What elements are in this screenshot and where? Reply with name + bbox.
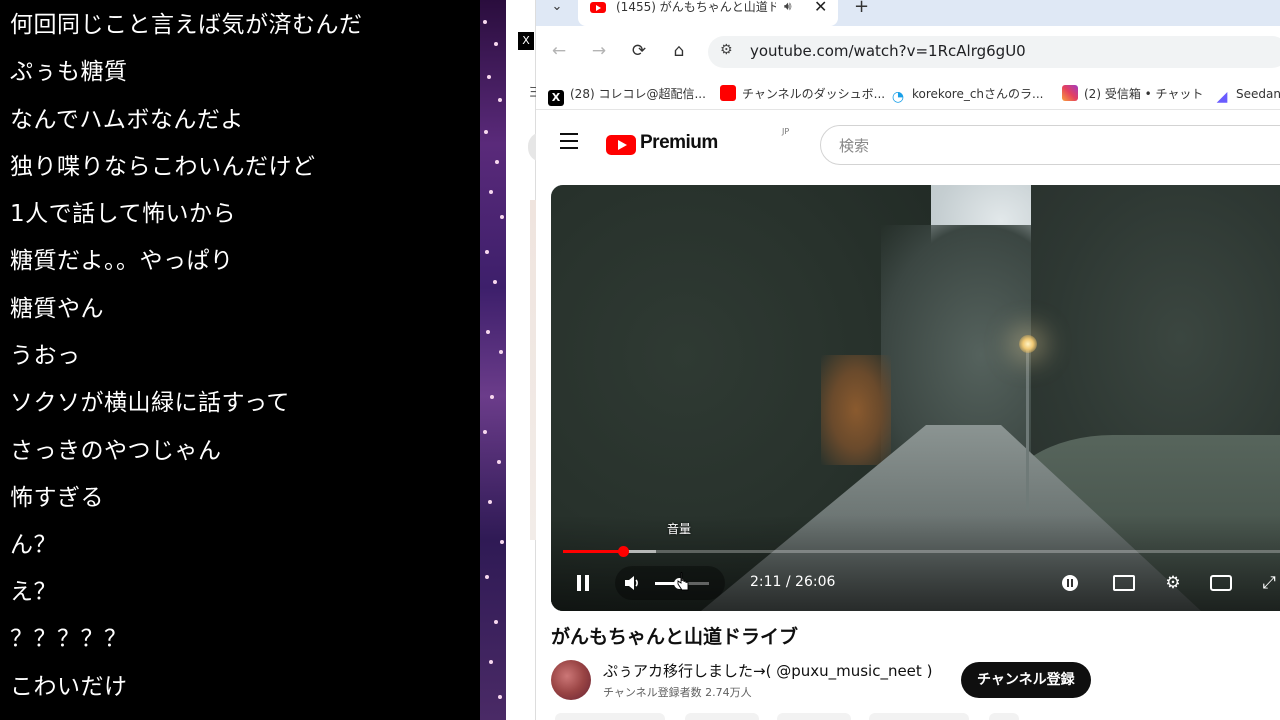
seedance-icon: ◢ — [1214, 89, 1230, 105]
video-player[interactable]: 音量 2:11 / 26:06 ⚙ ⤢ — [551, 185, 1280, 611]
bookmark-label: (2) 受信箱 • チャット — [1084, 87, 1204, 101]
bookmark-item[interactable]: チャンネルのダッシュボ... — [720, 84, 885, 104]
youtube-icon — [720, 85, 736, 101]
player-controls: 2:11 / 26:06 ⚙ ⤢ — [551, 565, 1280, 601]
comment-item: ？？？？？ — [10, 626, 128, 652]
browser-area: X ヨ ⌄ (1455) がんもちゃんと山道ドラ 🔊︎ ✕ + ← → ⟳ ⌂ … — [506, 0, 1280, 720]
bookmarks-bar: X (28) コレコレ@超配信... チャンネルのダッシュボ... ◔ koreko… — [536, 80, 1280, 110]
logo-region: JP — [782, 127, 790, 136]
bookmark-label: korekore_chさんのラ... — [912, 87, 1044, 101]
miniplayer-button[interactable] — [1207, 569, 1235, 597]
bookmark-label: (28) コレコレ@超配信... — [570, 87, 706, 101]
comment-item: え？ — [10, 579, 57, 605]
comment-item: ソクソが横山緑に話すって — [10, 390, 290, 416]
site-info-icon[interactable]: ⚙ — [720, 42, 733, 58]
bookmark-label: Seedan — [1236, 87, 1280, 101]
comment-item: 糖質やん — [10, 296, 104, 322]
video-street-lamp — [1019, 335, 1037, 353]
comment-item: 1人で話して怖いから — [10, 201, 236, 227]
fullscreen-icon[interactable]: ⤢ — [1255, 569, 1280, 597]
youtube-logo-icon — [606, 135, 636, 155]
action-chips — [551, 713, 1280, 720]
volume-icon[interactable] — [618, 569, 646, 597]
bookmark-item[interactable]: X (28) コレコレ@超配信... — [548, 84, 706, 106]
home-button[interactable]: ⌂ — [668, 40, 690, 62]
comment-panel: 何回同じこと言えば気が済むんだ ぷぅも糖質 なんでハムボなんだよ 独り喋りならこ… — [0, 0, 480, 720]
comment-item: うおっ — [10, 343, 81, 369]
sakura-background — [480, 0, 506, 720]
progress-played — [563, 550, 624, 553]
time-display: 2:11 / 26:06 — [750, 574, 836, 590]
volume-tooltip: 音量 — [667, 522, 692, 536]
menu-icon[interactable] — [560, 133, 580, 151]
background-window-edge: X ヨ — [506, 0, 542, 720]
bookmark-item[interactable]: ◔ korekore_chさんのラ... — [890, 84, 1044, 105]
progress-bar[interactable] — [563, 546, 1280, 557]
close-tab-button[interactable]: ✕ — [814, 0, 827, 16]
url-text[interactable]: youtube.com/watch?v=1RcAlrg6gU0 — [750, 42, 1026, 60]
video-title: がんもちゃんと山道ドライブ — [551, 626, 799, 648]
forward-button[interactable]: → — [588, 40, 610, 62]
address-bar[interactable]: ⚙ youtube.com/watch?v=1RcAlrg6gU0 — [708, 36, 1280, 68]
youtube-header: Premium JP 検索 — [536, 111, 1280, 177]
tab-active[interactable]: (1455) がんもちゃんと山道ドラ 🔊︎ ✕ — [578, 0, 838, 26]
search-input[interactable]: 検索 — [820, 125, 1280, 165]
instagram-icon — [1062, 85, 1078, 101]
bookmark-item[interactable]: (2) 受信箱 • チャット — [1062, 84, 1203, 104]
bookmark-item[interactable]: ◢ Seedan — [1214, 84, 1280, 105]
action-chip[interactable] — [555, 713, 665, 720]
bookmark-label: チャンネルのダッシュボ... — [742, 87, 886, 101]
autoplay-toggle[interactable] — [1056, 569, 1084, 597]
new-tab-button[interactable]: + — [854, 0, 869, 17]
comment-item: ん？ — [10, 532, 57, 558]
comment-item: 怖すぎる — [10, 485, 104, 511]
action-chip[interactable] — [685, 713, 759, 720]
twitch-icon: ◔ — [890, 89, 906, 105]
comment-item: ぷぅも糖質 — [10, 59, 128, 85]
comment-item: 糖質だよ。。やっぱり — [10, 248, 234, 274]
video-lamp-pole — [1026, 350, 1029, 510]
subscriber-count: チャンネル登録者数 2.74万人 — [603, 686, 752, 699]
comment-item: 独り喋りならこわいんだけど — [10, 154, 316, 180]
reload-button[interactable]: ⟳ — [628, 40, 650, 62]
tab-title: (1455) がんもちゃんと山道ドラ — [616, 0, 776, 14]
browser-toolbar: ← → ⟳ ⌂ ⚙ youtube.com/watch?v=1RcAlrg6gU… — [536, 26, 1280, 80]
action-chip[interactable] — [777, 713, 851, 720]
action-chip[interactable] — [989, 713, 1019, 720]
comment-item: さっきのやつじゃん — [10, 438, 222, 464]
comment-item: こわいだけ — [10, 674, 128, 700]
action-chip[interactable] — [869, 713, 969, 720]
tab-strip: ⌄ (1455) がんもちゃんと山道ドラ 🔊︎ ✕ + — [536, 0, 1280, 26]
logo-text: Premium — [640, 132, 718, 153]
channel-avatar[interactable] — [551, 660, 591, 700]
tab-search-button[interactable]: ⌄ — [546, 0, 568, 22]
x-icon: X — [548, 90, 564, 106]
x-icon: X — [518, 32, 534, 50]
subscribe-button[interactable]: チャンネル登録 — [961, 662, 1091, 698]
settings-gear-icon[interactable]: ⚙ — [1159, 569, 1187, 597]
video-autumn-tree — [821, 355, 891, 465]
comment-item: なんでハムボなんだよ — [10, 107, 244, 133]
subtitles-button[interactable] — [1110, 569, 1138, 597]
browser-window: ⌄ (1455) がんもちゃんと山道ドラ 🔊︎ ✕ + ← → ⟳ ⌂ ⚙ yo… — [536, 0, 1280, 720]
channel-name[interactable]: ぷぅアカ移行しました→( @puxu_music_neet ) — [603, 660, 932, 681]
comment-item: 何回同じこと言えば気が済むんだ — [10, 12, 363, 38]
speaker-icon[interactable]: 🔊︎ — [784, 0, 792, 14]
pause-button[interactable] — [569, 569, 597, 597]
youtube-favicon-icon — [590, 2, 606, 13]
search-placeholder: 検索 — [839, 137, 870, 155]
mouse-cursor-icon — [677, 572, 689, 591]
back-button[interactable]: ← — [548, 40, 570, 62]
